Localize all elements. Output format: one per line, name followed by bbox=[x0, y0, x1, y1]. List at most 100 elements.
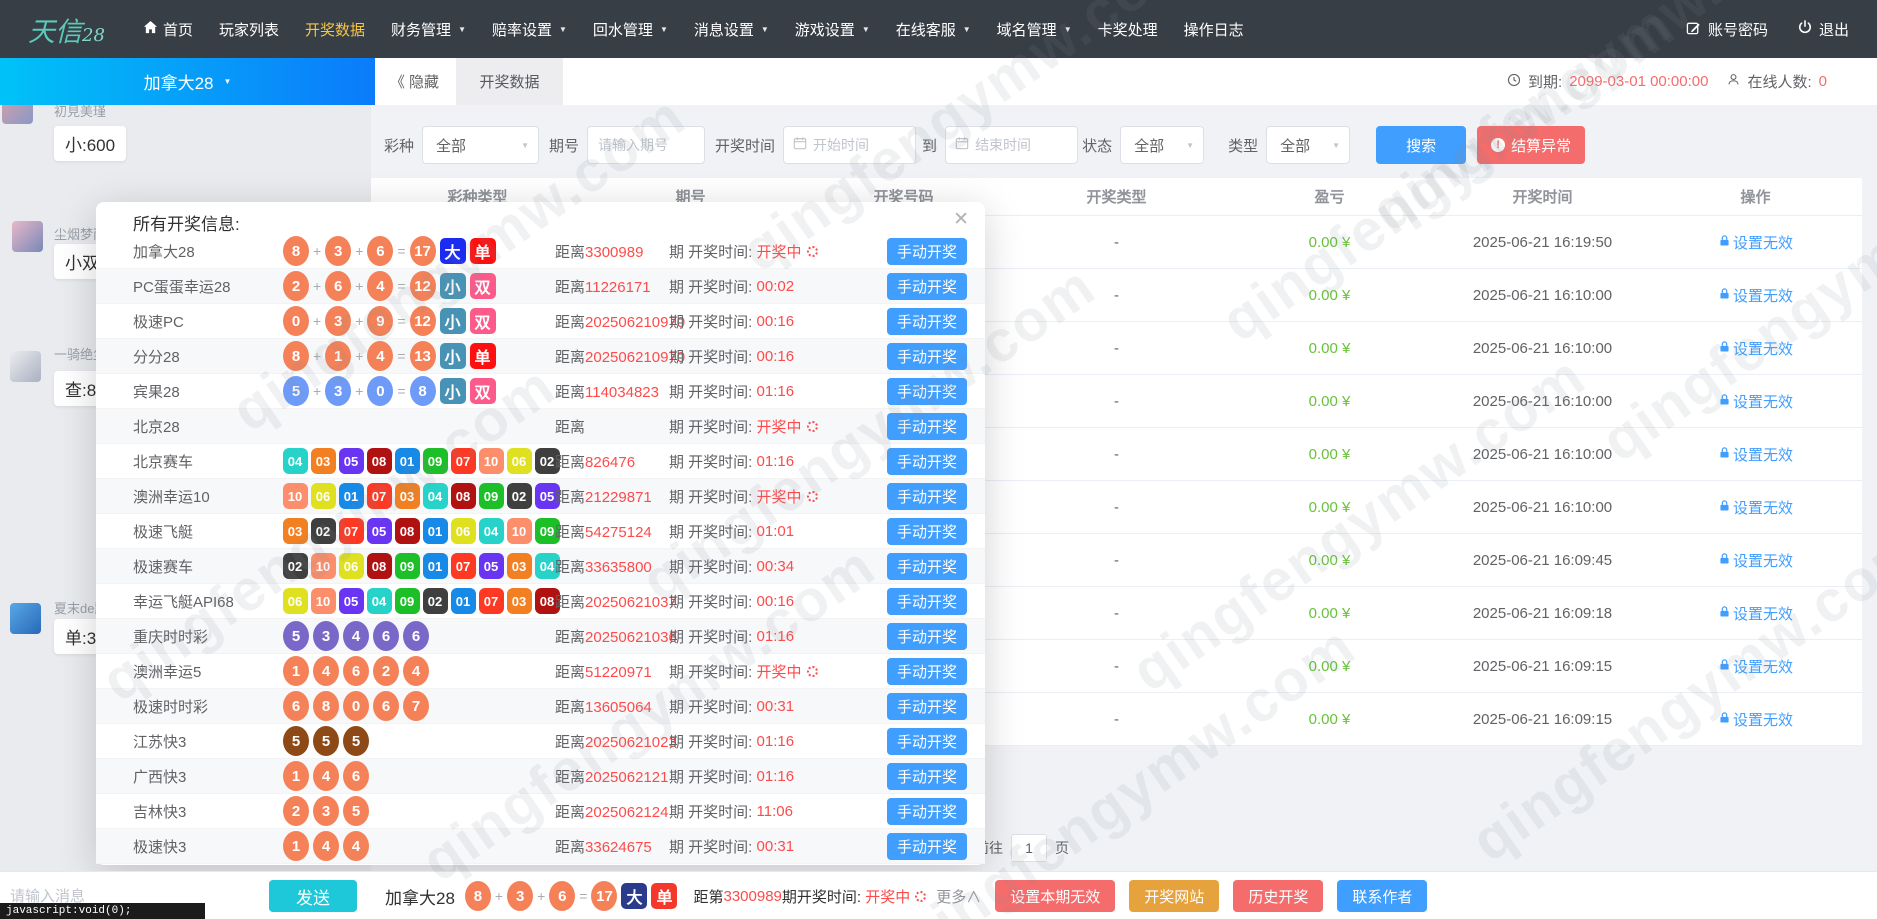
draw-result-balls: 146 bbox=[283, 761, 555, 791]
hide-panel-button[interactable]: 《 隐藏 bbox=[390, 58, 439, 105]
number-ball: 12 bbox=[410, 306, 436, 336]
set-invalid-link[interactable]: 设置无效 bbox=[1718, 603, 1793, 624]
nav-item-首页[interactable]: 首页 bbox=[143, 19, 193, 40]
time-value: 01:16 bbox=[752, 628, 794, 645]
home-icon bbox=[143, 20, 158, 39]
search-button[interactable]: 搜索 bbox=[1376, 126, 1466, 164]
manual-draw-button[interactable]: 手动开奖 bbox=[887, 238, 967, 265]
race-number-chip: 02 bbox=[423, 588, 448, 614]
expire-label: 到期: bbox=[1528, 71, 1562, 92]
manual-draw-button[interactable]: 手动开奖 bbox=[887, 763, 967, 790]
nav-item-财务管理[interactable]: 财务管理▼ bbox=[391, 19, 466, 40]
result-chip: 双 bbox=[470, 308, 496, 334]
draw-result-balls: 02100608090107050304 bbox=[283, 553, 555, 579]
manual-draw-button[interactable]: 手动开奖 bbox=[887, 728, 967, 755]
number-ball: 5 bbox=[313, 726, 339, 756]
dist-value: 20250621023 bbox=[585, 734, 677, 751]
cell-profit: 0.00 ¥ bbox=[1223, 605, 1436, 622]
manual-draw-button[interactable]: 手动开奖 bbox=[887, 833, 967, 860]
bottom-button-开奖网站[interactable]: 开奖网站 bbox=[1129, 880, 1219, 912]
manual-draw-button[interactable]: 手动开奖 bbox=[887, 588, 967, 615]
set-invalid-link[interactable]: 设置无效 bbox=[1718, 497, 1793, 518]
manual-draw-button[interactable]: 手动开奖 bbox=[887, 798, 967, 825]
cell-draw-time: 2025-06-21 16:10:00 bbox=[1436, 446, 1649, 463]
number-ball: 5 bbox=[283, 621, 309, 651]
manual-draw-button[interactable]: 手动开奖 bbox=[887, 343, 967, 370]
manual-draw-button[interactable]: 手动开奖 bbox=[887, 273, 967, 300]
nav-item-回水管理[interactable]: 回水管理▼ bbox=[593, 19, 668, 40]
send-button[interactable]: 发送 bbox=[269, 880, 357, 912]
set-invalid-link[interactable]: 设置无效 bbox=[1718, 709, 1793, 730]
bottom-action-buttons: 设置本期无效开奖网站历史开奖联系作者 bbox=[981, 880, 1427, 912]
set-invalid-link[interactable]: 设置无效 bbox=[1718, 285, 1793, 306]
status-select[interactable]: 全部▼ bbox=[1120, 126, 1204, 164]
nav-item-在线客服[interactable]: 在线客服▼ bbox=[896, 19, 971, 40]
bottom-button-设置本期无效[interactable]: 设置本期无效 bbox=[995, 880, 1115, 912]
time-value: 00:16 bbox=[752, 313, 794, 330]
number-ball: 4 bbox=[313, 831, 339, 861]
cell-action: 设置无效 bbox=[1649, 550, 1862, 571]
more-button[interactable]: 更多∧ bbox=[936, 886, 981, 907]
manual-draw-button[interactable]: 手动开奖 bbox=[887, 448, 967, 475]
nav-item-开奖数据[interactable]: 开奖数据 bbox=[305, 19, 365, 40]
manual-draw-button[interactable]: 手动开奖 bbox=[887, 553, 967, 580]
set-invalid-link[interactable]: 设置无效 bbox=[1718, 444, 1793, 465]
manual-draw-button[interactable]: 手动开奖 bbox=[887, 658, 967, 685]
page-number-input[interactable] bbox=[1011, 834, 1047, 862]
time-value: 00:34 bbox=[752, 558, 794, 575]
tab-draw-data[interactable]: 开奖数据 bbox=[456, 58, 563, 105]
lottery-name: 澳洲幸运5 bbox=[133, 661, 283, 682]
race-number-chip: 10 bbox=[311, 588, 336, 614]
race-number-chip: 08 bbox=[367, 553, 392, 579]
number-ball: 4 bbox=[343, 831, 369, 861]
start-time-picker[interactable]: 开始时间 bbox=[783, 126, 916, 164]
lottery-type-select[interactable]: 全部▼ bbox=[422, 126, 539, 164]
set-invalid-link[interactable]: 设置无效 bbox=[1718, 391, 1793, 412]
dist-label: 距离 bbox=[555, 419, 585, 436]
time-value: 00:02 bbox=[752, 278, 794, 295]
sub-header: 加拿大28▼ 《 隐藏 开奖数据 到期: 2099-03-01 00:00:00… bbox=[0, 58, 1877, 105]
set-invalid-link[interactable]: 设置无效 bbox=[1718, 338, 1793, 359]
manual-draw-button[interactable]: 手动开奖 bbox=[887, 693, 967, 720]
dist-value: 20250621037 bbox=[585, 594, 677, 611]
manual-draw-button[interactable]: 手动开奖 bbox=[887, 518, 967, 545]
logout-button[interactable]: 退出 bbox=[1798, 19, 1849, 40]
nav-item-卡奖处理[interactable]: 卡奖处理 bbox=[1098, 19, 1158, 40]
cell-draw-type: - bbox=[1010, 234, 1223, 251]
account-password-button[interactable]: 账号密码 bbox=[1686, 19, 1768, 40]
number-ball: 6 bbox=[373, 621, 399, 651]
set-invalid-link[interactable]: 设置无效 bbox=[1718, 550, 1793, 571]
race-number-chip: 04 bbox=[283, 448, 308, 474]
manual-draw-button[interactable]: 手动开奖 bbox=[887, 413, 967, 440]
dist-value: 2025062124 bbox=[585, 804, 668, 821]
nav-item-操作日志[interactable]: 操作日志 bbox=[1184, 19, 1244, 40]
manual-draw-button[interactable]: 手动开奖 bbox=[887, 308, 967, 335]
result-chip: 双 bbox=[470, 378, 496, 404]
number-ball: 8 bbox=[465, 881, 491, 911]
settle-abnormal-button[interactable]: !结算异常 bbox=[1477, 126, 1585, 164]
nav-item-玩家列表[interactable]: 玩家列表 bbox=[219, 19, 279, 40]
chevron-down-icon: ▼ bbox=[1064, 25, 1072, 34]
loading-spinner-icon bbox=[915, 891, 926, 902]
nav-item-消息设置[interactable]: 消息设置▼ bbox=[694, 19, 769, 40]
set-invalid-link[interactable]: 设置无效 bbox=[1718, 656, 1793, 677]
end-time-picker[interactable]: 结束时间 bbox=[945, 126, 1078, 164]
manual-draw-button[interactable]: 手动开奖 bbox=[887, 378, 967, 405]
manual-draw-button[interactable]: 手动开奖 bbox=[887, 623, 967, 650]
close-icon[interactable]: ✕ bbox=[953, 208, 969, 231]
issue-input[interactable] bbox=[588, 137, 704, 153]
nav-item-域名管理[interactable]: 域名管理 ▼ bbox=[997, 19, 1072, 40]
time-value: 00:16 bbox=[752, 593, 794, 610]
kind-select[interactable]: 全部▼ bbox=[1266, 126, 1350, 164]
nav-item-赔率设置[interactable]: 赔率设置▼ bbox=[492, 19, 567, 40]
cell-draw-time: 2025-06-21 16:10:00 bbox=[1436, 340, 1649, 357]
nav-item-label: 域名管理 bbox=[997, 19, 1057, 40]
manual-draw-button[interactable]: 手动开奖 bbox=[887, 483, 967, 510]
chevron-down-icon: ▼ bbox=[1332, 141, 1340, 150]
bottom-button-联系作者[interactable]: 联系作者 bbox=[1337, 880, 1427, 912]
bottom-button-历史开奖[interactable]: 历史开奖 bbox=[1233, 880, 1323, 912]
cell-action: 设置无效 bbox=[1649, 232, 1862, 253]
nav-item-游戏设置[interactable]: 游戏设置▼ bbox=[795, 19, 870, 40]
set-invalid-link[interactable]: 设置无效 bbox=[1718, 232, 1793, 253]
lottery-selector-button[interactable]: 加拿大28▼ bbox=[0, 58, 375, 105]
